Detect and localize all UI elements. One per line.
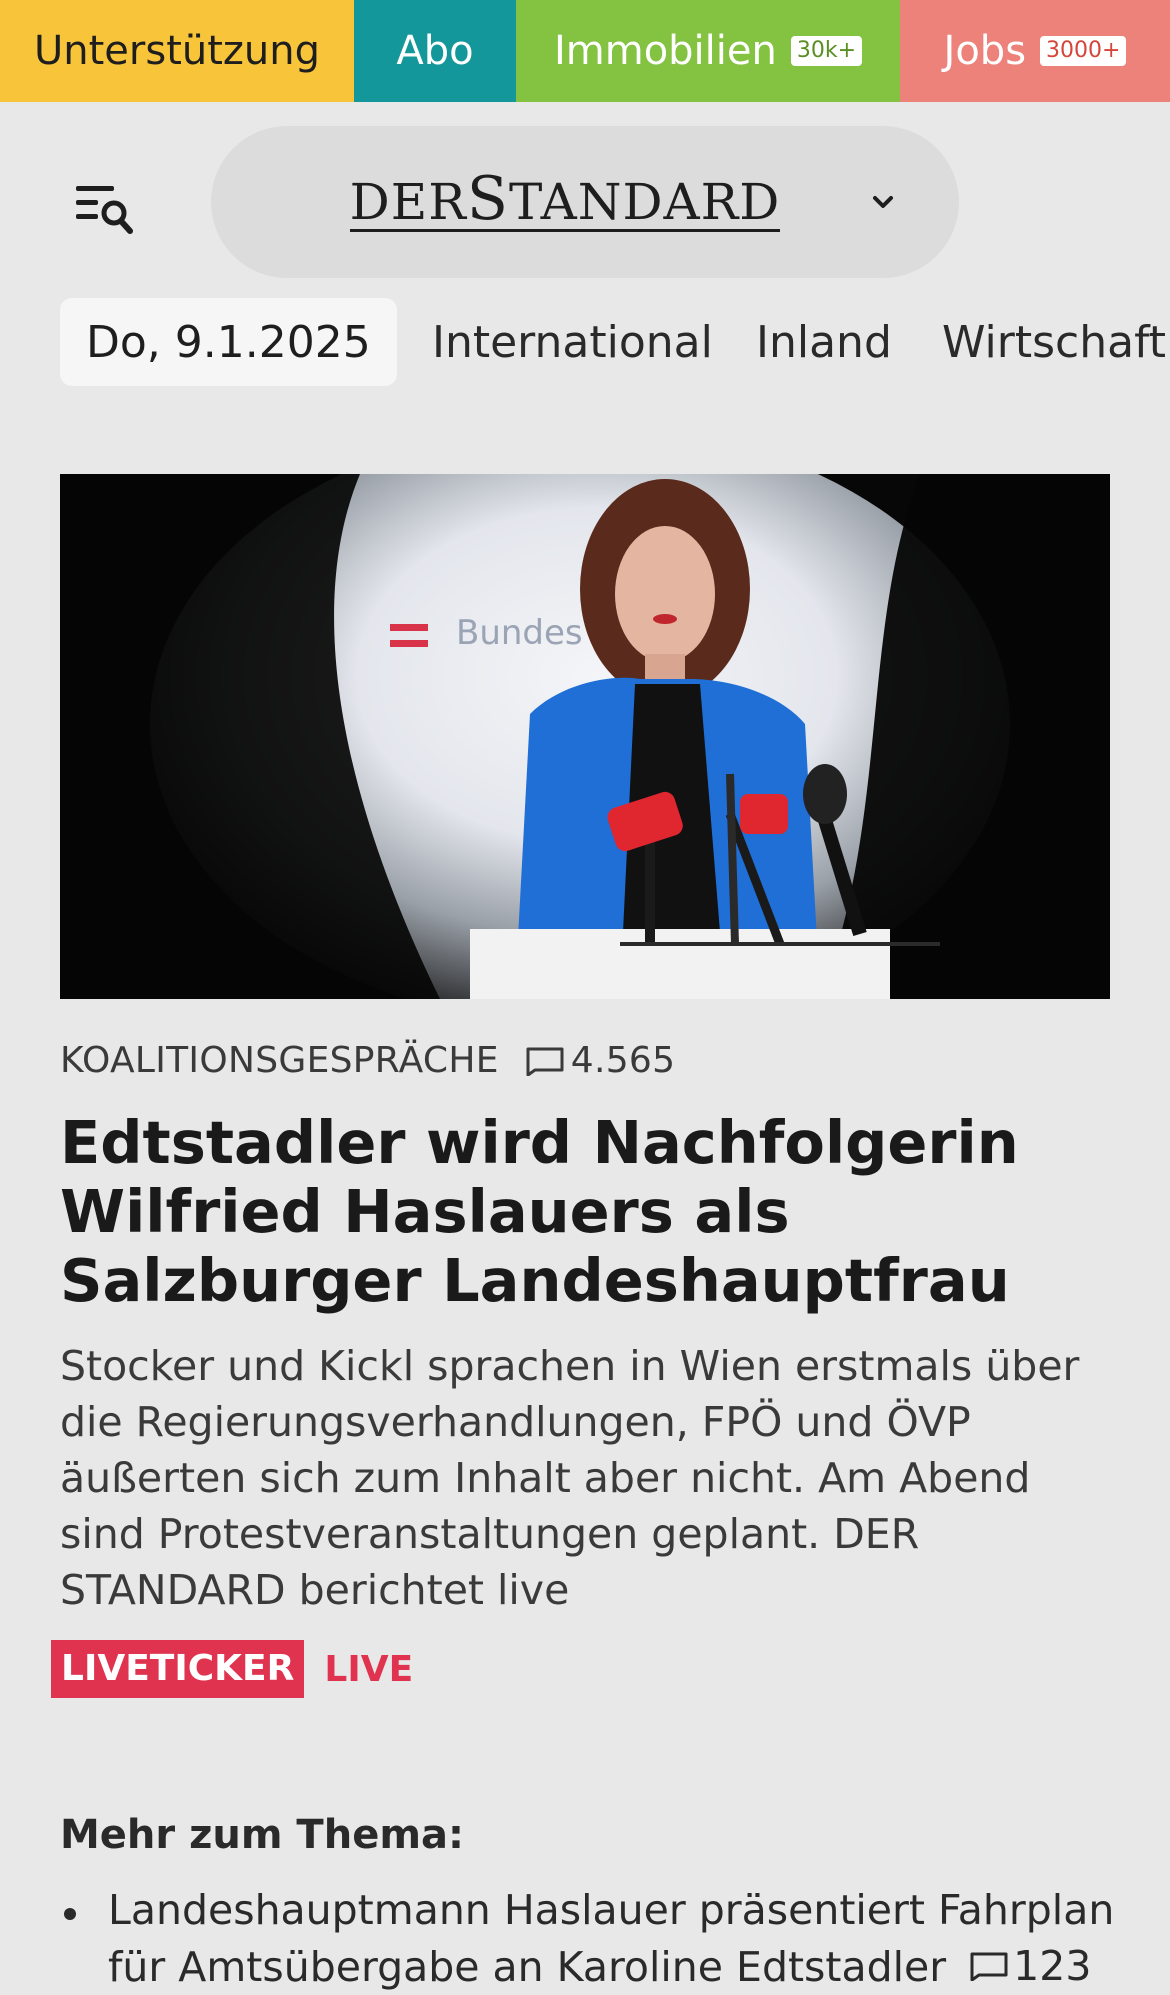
- menu-search-icon: [76, 186, 133, 234]
- comment-count[interactable]: 4.565: [525, 1040, 676, 1081]
- kicker-label[interactable]: KOALITIONSGESPRÄCHE: [60, 1040, 499, 1081]
- immobilien-label: Immobilien: [553, 28, 777, 74]
- support-link[interactable]: Unterstützung: [0, 0, 354, 102]
- nav-item-wirtschaft[interactable]: Wirtschaft: [942, 298, 1166, 386]
- menu-search-button[interactable]: [70, 180, 140, 240]
- list-item[interactable]: Landeshauptmann Haslauer präsentiert Fah…: [60, 1882, 1120, 1995]
- abo-link[interactable]: Abo: [354, 0, 516, 102]
- liveticker-badge: LIVETICKER: [51, 1640, 305, 1698]
- article-lead: Stocker und Kickl sprachen in Wien erstm…: [60, 1342, 1080, 1614]
- jobs-label: Jobs: [943, 28, 1027, 74]
- article-hero-image[interactable]: Bundes t: [60, 474, 1110, 999]
- comment-icon: [526, 1047, 564, 1076]
- site-header: DERSTANDARD: [0, 102, 1170, 298]
- more-on-topic-list: Landeshauptmann Haslauer präsentiert Fah…: [60, 1882, 1120, 1995]
- chevron-down-icon: [873, 196, 893, 208]
- immobilien-count-badge: 30k+: [790, 36, 863, 66]
- support-label: Unterstützung: [33, 28, 320, 74]
- article-kicker: KOALITIONSGESPRÄCHE 4.565: [60, 1040, 675, 1081]
- comment-count-value: 4.565: [570, 1040, 676, 1081]
- nav-item-inland[interactable]: Inland: [756, 298, 892, 386]
- press-conference-photo: Bundes t: [60, 474, 1110, 999]
- date-button[interactable]: Do, 9.1.2025: [60, 298, 397, 386]
- jobs-count-badge: 3000+: [1040, 36, 1127, 66]
- logo-edition-selector[interactable]: DERSTANDARD: [211, 126, 959, 278]
- top-service-bar: Unterstützung Abo Immobilien 30k+ Jobs 3…: [0, 0, 1170, 102]
- abo-label: Abo: [396, 28, 474, 74]
- live-indicator: LIVETICKER LIVE: [51, 1640, 413, 1698]
- article-headline[interactable]: Edtstadler wird Nachfolgerin Wilfried Ha…: [60, 1108, 1120, 1315]
- immobilien-link[interactable]: Immobilien 30k+: [516, 0, 900, 102]
- jobs-link[interactable]: Jobs 3000+: [900, 0, 1170, 102]
- related-comment-count[interactable]: 123: [969, 1938, 1091, 1994]
- comment-icon: [970, 1952, 1008, 1981]
- live-label: LIVE: [324, 1648, 414, 1690]
- nav-item-international[interactable]: International: [432, 298, 713, 386]
- svg-text:Bundes: Bundes: [456, 613, 583, 653]
- related-comment-count-value: 123: [1013, 1942, 1092, 1990]
- section-nav: Do, 9.1.2025 International Inland Wirtsc…: [0, 298, 1170, 473]
- related-article-title: Landeshauptmann Haslauer präsentiert Fah…: [108, 1886, 1115, 1991]
- derstandard-logo: DERSTANDARD: [349, 164, 781, 234]
- more-on-topic-heading: Mehr zum Thema:: [60, 1812, 464, 1858]
